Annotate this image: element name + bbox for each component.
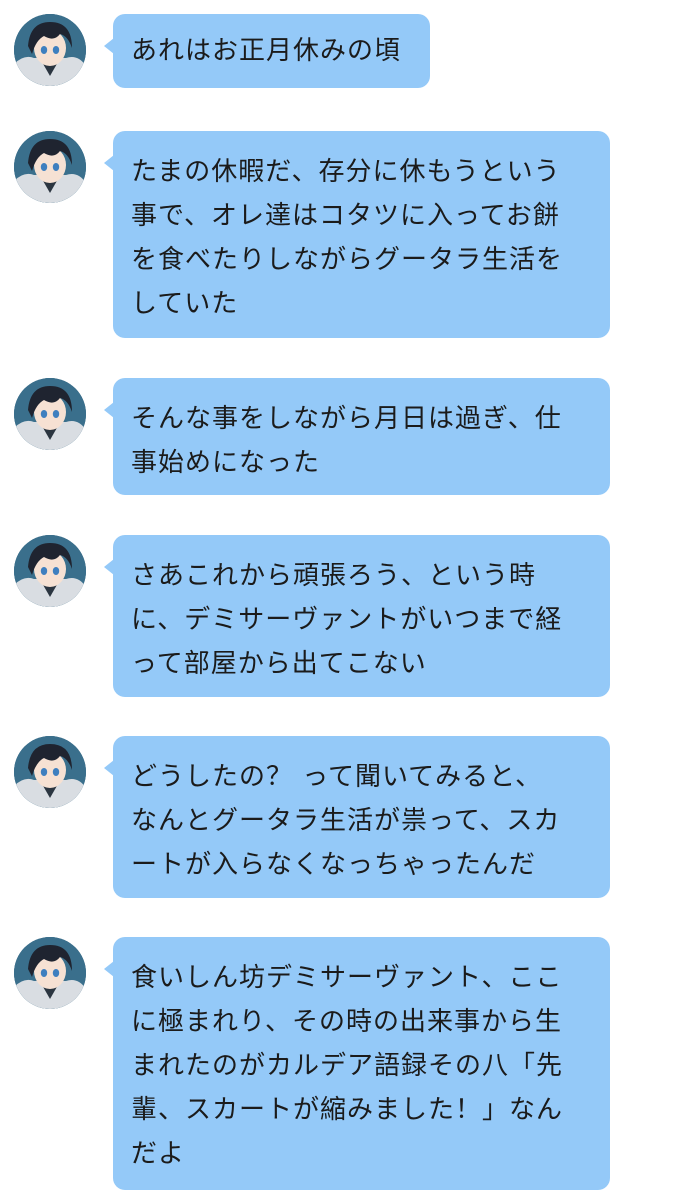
message-bubble: さあこれから頑張ろう、という時 に、デミサーヴァントがいつまで経 って部屋から出… bbox=[104, 535, 610, 697]
message-bubble: たまの休暇だ、存分に休もうという 事で、オレ達はコタツに入ってお餅 を食べたりし… bbox=[104, 131, 610, 338]
message-row: どうしたの？ って聞いてみると、 なんとグータラ生活が祟って、スカ ートが入らな… bbox=[0, 736, 675, 898]
chat-thread: あれはお正月休みの頃 たまの休暇だ、存分に休もうという 事で、オレ達はコタツに入… bbox=[0, 0, 675, 1200]
character-avatar-icon[interactable] bbox=[14, 736, 86, 808]
message-row: 食いしん坊デミサーヴァント、ここ に極まれり、その時の出来事から生 まれたのがカ… bbox=[0, 937, 675, 1190]
character-avatar-icon[interactable] bbox=[14, 937, 86, 1009]
message-bubble: そんな事をしながら月日は過ぎ、仕 事始めになった bbox=[104, 378, 610, 495]
message-bubble: 食いしん坊デミサーヴァント、ここ に極まれり、その時の出来事から生 まれたのがカ… bbox=[104, 937, 610, 1190]
character-avatar-icon[interactable] bbox=[14, 131, 86, 203]
message-row: たまの休暇だ、存分に休もうという 事で、オレ達はコタツに入ってお餅 を食べたりし… bbox=[0, 131, 675, 338]
character-avatar-icon[interactable] bbox=[14, 14, 86, 86]
character-avatar-icon[interactable] bbox=[14, 378, 86, 450]
message-bubble: あれはお正月休みの頃 bbox=[104, 14, 430, 88]
message-row: そんな事をしながら月日は過ぎ、仕 事始めになった bbox=[0, 378, 675, 495]
character-avatar-icon[interactable] bbox=[14, 535, 86, 607]
message-row: さあこれから頑張ろう、という時 に、デミサーヴァントがいつまで経 って部屋から出… bbox=[0, 535, 675, 697]
message-bubble: どうしたの？ って聞いてみると、 なんとグータラ生活が祟って、スカ ートが入らな… bbox=[104, 736, 610, 898]
message-row: あれはお正月休みの頃 bbox=[0, 14, 675, 88]
